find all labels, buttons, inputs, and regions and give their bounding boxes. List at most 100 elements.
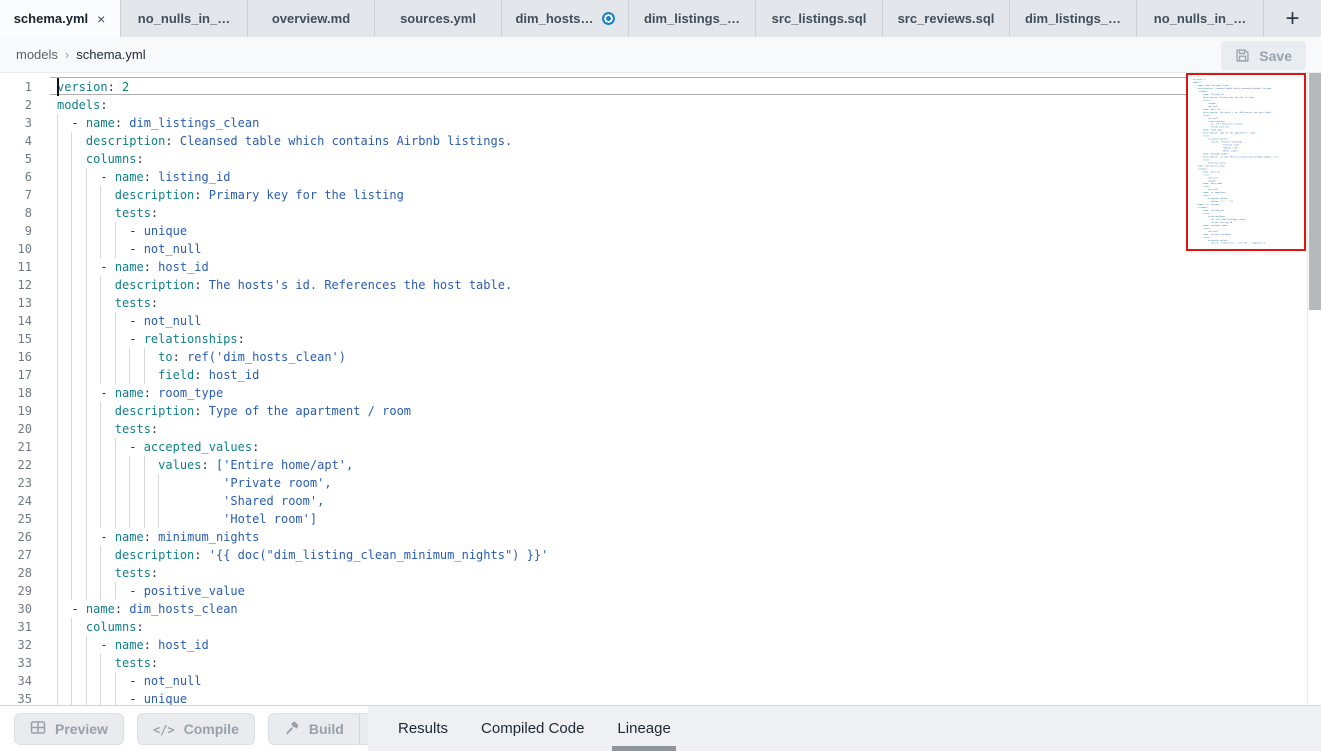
line-number[interactable]: 7	[0, 186, 45, 204]
code-line[interactable]: 'Hotel room']	[57, 510, 1181, 528]
code-line[interactable]: models:	[57, 96, 1181, 114]
code-line[interactable]: tests:	[57, 564, 1181, 582]
tab-no-nulls-in[interactable]: no_nulls_in_…	[121, 0, 248, 37]
code-line[interactable]: - name: listing_id	[57, 168, 1181, 186]
code-line[interactable]: - name: dim_listings_clean	[57, 114, 1181, 132]
code-line[interactable]: tests:	[57, 654, 1181, 672]
code-line[interactable]: to: ref('dim_hosts_clean')	[57, 348, 1181, 366]
code-line[interactable]: - not_null	[57, 240, 1181, 258]
line-number[interactable]: 23	[0, 474, 45, 492]
code-line[interactable]: description: '{{ doc("dim_listing_clean_…	[57, 546, 1181, 564]
code-line[interactable]: - accepted_values:	[57, 438, 1181, 456]
tab-lineage[interactable]: Lineage	[617, 706, 670, 751]
line-number[interactable]: 24	[0, 492, 45, 510]
line-number[interactable]: 9	[0, 222, 45, 240]
code-line[interactable]: - name: host_id	[57, 636, 1181, 654]
tab-dim-hosts[interactable]: dim_hosts…	[502, 0, 629, 37]
code-line[interactable]: description: The hosts's id. References …	[57, 276, 1181, 294]
code-line[interactable]: - unique	[57, 222, 1181, 240]
tab-schema-yml[interactable]: schema.yml×	[0, 0, 121, 37]
indent-guide	[71, 582, 72, 600]
line-number[interactable]: 22	[0, 456, 45, 474]
code-line[interactable]: - name: minimum_nights	[57, 528, 1181, 546]
line-number[interactable]: 26	[0, 528, 45, 546]
code-line[interactable]: - name: host_id	[57, 258, 1181, 276]
minimap-viewport-box[interactable]: version: 2models: - name: dim_listings_c…	[1186, 73, 1306, 251]
code-line[interactable]: tests:	[57, 294, 1181, 312]
code-line[interactable]: description: Primary key for the listing	[57, 186, 1181, 204]
line-number[interactable]: 11	[0, 258, 45, 276]
code-editor[interactable]: 1234567891011121314151617181920212223242…	[0, 73, 1321, 705]
compile-button[interactable]: </> Compile	[137, 713, 255, 745]
scrollbar-thumb[interactable]	[1309, 73, 1321, 310]
line-number[interactable]: 6	[0, 168, 45, 186]
indent-guide	[115, 582, 116, 600]
tab-dim-listings[interactable]: dim_listings_…	[1010, 0, 1137, 37]
code-line[interactable]: values: ['Entire home/apt',	[57, 456, 1181, 474]
code-line[interactable]: columns:	[57, 618, 1181, 636]
code-line[interactable]: - not_null	[57, 672, 1181, 690]
code-line[interactable]: tests:	[57, 420, 1181, 438]
line-number[interactable]: 1	[0, 78, 45, 96]
line-number[interactable]: 30	[0, 600, 45, 618]
line-number[interactable]: 4	[0, 132, 45, 150]
preview-button[interactable]: Preview	[14, 713, 124, 745]
code-line[interactable]: field: host_id	[57, 366, 1181, 384]
code-line[interactable]: 'Private room',	[57, 474, 1181, 492]
line-number[interactable]: 12	[0, 276, 45, 294]
line-number[interactable]: 29	[0, 582, 45, 600]
line-number[interactable]: 16	[0, 348, 45, 366]
line-number[interactable]: 8	[0, 204, 45, 222]
indent-guide	[100, 294, 101, 312]
code-line[interactable]: - relationships:	[57, 330, 1181, 348]
new-tab-button[interactable]: +	[1279, 7, 1305, 31]
tab-overview-md[interactable]: overview.md	[248, 0, 375, 37]
code-line[interactable]: version: 2	[57, 78, 1181, 96]
breadcrumb-item-schema-yml[interactable]: schema.yml	[76, 47, 145, 62]
tab-results[interactable]: Results	[398, 706, 448, 751]
breadcrumb-item-models[interactable]: models	[16, 47, 58, 62]
save-button[interactable]: Save	[1221, 41, 1306, 70]
tab-src-reviews-sql[interactable]: src_reviews.sql	[883, 0, 1010, 37]
line-number[interactable]: 15	[0, 330, 45, 348]
line-number[interactable]: 31	[0, 618, 45, 636]
tab-no-nulls-in[interactable]: no_nulls_in_…	[1137, 0, 1264, 37]
line-number[interactable]: 5	[0, 150, 45, 168]
line-number[interactable]: 17	[0, 366, 45, 384]
line-number[interactable]: 21	[0, 438, 45, 456]
code-line[interactable]: - name: room_type	[57, 384, 1181, 402]
line-number[interactable]: 13	[0, 294, 45, 312]
line-number[interactable]: 2	[0, 96, 45, 114]
line-number[interactable]: 33	[0, 654, 45, 672]
line-number[interactable]: 20	[0, 420, 45, 438]
build-button[interactable]: Build	[268, 713, 359, 745]
code-line[interactable]: columns:	[57, 150, 1181, 168]
line-number[interactable]: 10	[0, 240, 45, 258]
code-line[interactable]: description: Type of the apartment / roo…	[57, 402, 1181, 420]
code-line[interactable]: tests:	[57, 204, 1181, 222]
close-icon[interactable]: ×	[96, 11, 106, 27]
line-number[interactable]: 34	[0, 672, 45, 690]
line-number[interactable]: 28	[0, 564, 45, 582]
tab-src-listings-sql[interactable]: src_listings.sql	[756, 0, 883, 37]
line-number[interactable]: 14	[0, 312, 45, 330]
line-number[interactable]: 27	[0, 546, 45, 564]
indent-guide	[86, 636, 87, 654]
code-line[interactable]: - positive_value	[57, 582, 1181, 600]
code-line[interactable]: - unique	[57, 690, 1181, 705]
line-number[interactable]: 18	[0, 384, 45, 402]
line-number[interactable]: 3	[0, 114, 45, 132]
tab-compiled-code[interactable]: Compiled Code	[481, 706, 584, 751]
code-line[interactable]: - not_null	[57, 312, 1181, 330]
code-line[interactable]: 'Shared room',	[57, 492, 1181, 510]
tab-dim-listings[interactable]: dim_listings_…	[629, 0, 756, 37]
code-line[interactable]: description: Cleansed table which contai…	[57, 132, 1181, 150]
line-number[interactable]: 32	[0, 636, 45, 654]
tab-sources-yml[interactable]: sources.yml	[375, 0, 502, 37]
line-number[interactable]: 35	[0, 690, 45, 705]
line-number[interactable]: 25	[0, 510, 45, 528]
line-number[interactable]: 19	[0, 402, 45, 420]
code-line[interactable]: - name: dim_hosts_clean	[57, 600, 1181, 618]
indent-guide	[57, 114, 58, 132]
editor-scrollbar[interactable]	[1307, 73, 1321, 705]
